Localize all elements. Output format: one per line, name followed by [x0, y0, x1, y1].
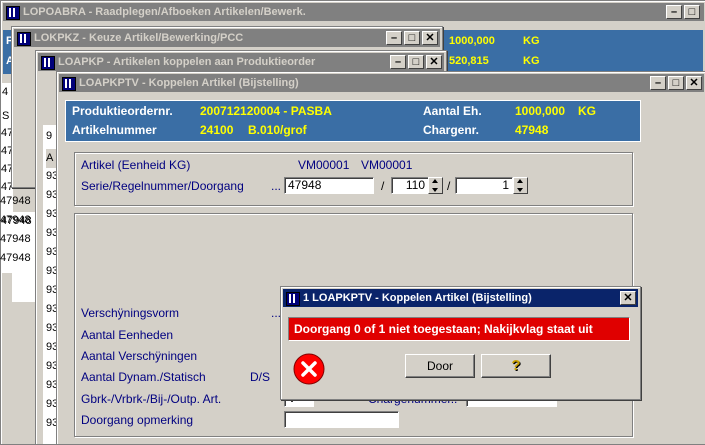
w1-cell: 4: [2, 86, 9, 98]
regel-spinner[interactable]: [428, 177, 443, 194]
aantal-eenheden-label: Aantal Eenheden: [81, 328, 174, 342]
w1-value: 520,815: [449, 55, 489, 67]
minimize-button[interactable]: –: [386, 31, 402, 45]
w1-cell: 47948: [0, 252, 31, 264]
w1-cell: 47948: [0, 195, 31, 207]
vm-code-1: VM00001: [298, 158, 350, 172]
minimize-button[interactable]: –: [666, 5, 682, 19]
aantal-value: 1000,000: [515, 104, 566, 118]
art-value: 24100: [200, 123, 234, 137]
window-title: LOAPKPTV - Koppelen Artikel (Bijstelling…: [79, 77, 299, 89]
door-button[interactable]: Door: [405, 354, 475, 378]
help-button[interactable]: ?: [481, 354, 551, 378]
vm-code-2: VM00001: [361, 158, 413, 172]
art-label: Artikelnummer: [72, 123, 157, 137]
close-button[interactable]: ✕: [620, 291, 636, 305]
aantal-verschijningen-label: Aantal Verschÿningen: [81, 349, 198, 363]
doorgang-spinner[interactable]: [513, 177, 528, 194]
charge-label: Chargenr.: [423, 123, 480, 137]
w1-cell: 47948: [0, 214, 31, 226]
doorgang-input[interactable]: 1: [455, 177, 513, 194]
aantal-label: Aantal Eh.: [423, 104, 482, 118]
minimize-button[interactable]: –: [650, 76, 666, 90]
close-button[interactable]: ✕: [422, 31, 438, 45]
window-lokpkz-titlebar[interactable]: LOKPKZ - Keuze Artikel/Bewerking/PCC – □…: [14, 29, 440, 47]
regel-input[interactable]: 110: [391, 177, 429, 194]
w3-cell: 9: [46, 130, 53, 142]
verschijningsvorm-label: Verschÿningsvorm: [81, 306, 180, 320]
app-icon: [286, 292, 300, 306]
maximize-button[interactable]: □: [404, 31, 420, 45]
app-icon: [6, 6, 20, 20]
charge-value: 47948: [515, 123, 549, 137]
error-icon: [293, 353, 325, 385]
window-lopoabra-titlebar[interactable]: LOPOABRA - Raadplegen/Afboeken Artikelen…: [3, 3, 704, 21]
error-dialog: 1 LOAPKPTV - Koppelen Artikel (Bijstelli…: [280, 286, 641, 400]
serie-label: Serie/Regelnummer/Doorgang: [81, 179, 244, 193]
serie-dots: ...: [271, 179, 282, 193]
error-dialog-titlebar[interactable]: 1 LOAPKPTV - Koppelen Artikel (Bijstelli…: [283, 289, 638, 307]
close-button[interactable]: ✕: [426, 55, 442, 69]
aantal-dynam-label: Aantal Dynam./Statisch: [81, 370, 206, 384]
separator: /: [447, 179, 451, 193]
help-icon: ?: [511, 357, 521, 374]
dialog-title: 1 LOAPKPTV - Koppelen Artikel (Bijstelli…: [303, 292, 532, 304]
maximize-button[interactable]: □: [668, 76, 684, 90]
close-button[interactable]: ✕: [686, 76, 702, 90]
maximize-button[interactable]: □: [684, 5, 700, 19]
window-title: LOPOABRA - Raadplegen/Afboeken Artikelen…: [23, 6, 306, 18]
error-message-bar: Doorgang 0 of 1 niet toegestaan; Nakijkv…: [288, 317, 630, 341]
artikel-label: Artikel (Eenheid KG): [81, 158, 191, 172]
app-icon: [41, 56, 55, 70]
app-icon: [62, 77, 76, 91]
aantal-unit: KG: [578, 104, 596, 118]
window-title: LOKPKZ - Keuze Artikel/Bewerking/PCC: [34, 32, 244, 44]
window-title: LOAPKP - Artikelen koppelen aan Produkti…: [58, 56, 316, 68]
art-desc: B.010/grof: [248, 123, 307, 137]
doorgang-opmerking-label: Doorgang opmerking: [81, 413, 194, 427]
app-icon: [17, 32, 31, 46]
window-loapkptv-titlebar[interactable]: LOAPKPTV - Koppelen Artikel (Bijstelling…: [59, 74, 704, 92]
error-message: Doorgang 0 of 1 niet toegestaan; Nakijkv…: [294, 322, 593, 336]
prod-value: 200712120004 - PASBA: [200, 104, 332, 118]
doorgang-opmerking-input[interactable]: [284, 411, 399, 428]
maximize-button[interactable]: □: [408, 55, 424, 69]
serie-input[interactable]: 47948: [284, 177, 374, 194]
minimize-button[interactable]: –: [390, 55, 406, 69]
prod-label: Produktieordernr.: [72, 104, 173, 118]
gbrk-label: Gbrk-/Vrbrk-/Bij-/Outp. Art.: [81, 392, 222, 406]
order-header-panel: Produktieordernr. 200712120004 - PASBA A…: [65, 100, 641, 142]
w1-unit: KG: [523, 55, 540, 67]
separator: /: [381, 179, 385, 193]
ds-label: D/S: [250, 370, 271, 384]
window-loapkp-titlebar[interactable]: LOAPKP - Artikelen koppelen aan Produkti…: [38, 53, 444, 71]
w1-unit: KG: [523, 35, 540, 47]
w1-cell: 47948: [0, 233, 31, 245]
w1-value: 1000,000: [449, 35, 495, 47]
